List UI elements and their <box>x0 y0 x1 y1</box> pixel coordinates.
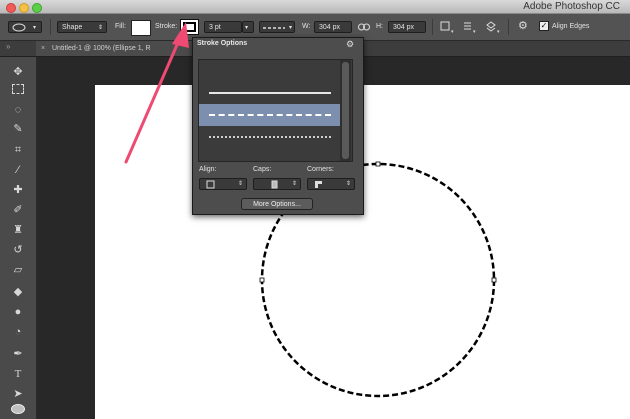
annotation-arrow <box>124 22 189 164</box>
arrow-shaft <box>124 36 182 164</box>
arrow-head <box>172 22 189 48</box>
